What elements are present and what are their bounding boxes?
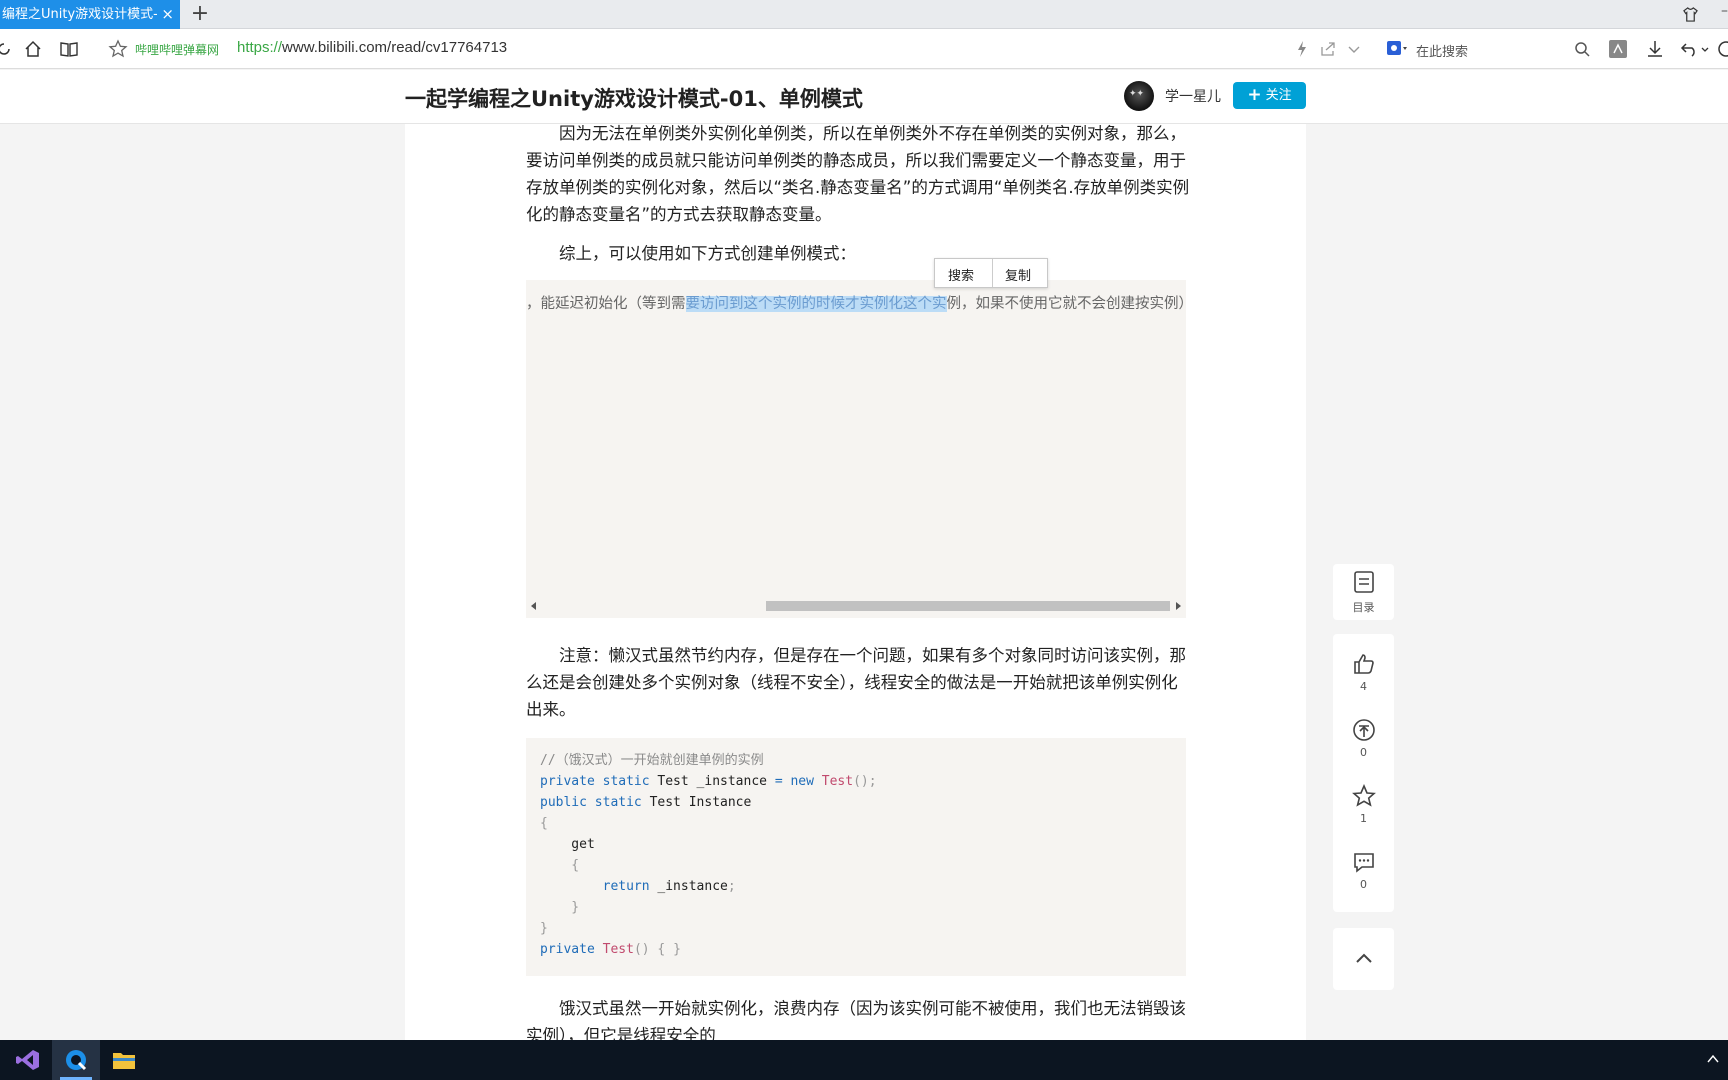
tray-expand-icon[interactable] [1706,1052,1720,1066]
selection-popup: 搜索 复制 [934,258,1048,288]
download-icon[interactable] [1645,39,1665,59]
plus-icon: + [1247,85,1262,105]
horizontal-scrollbar[interactable] [526,598,1186,614]
code-line: { [540,858,580,873]
code-line: //（饿汉式）一开始就创建单例的实例 [540,753,764,768]
avatar-logo: ✦✦ [1129,89,1145,99]
search-input[interactable]: 在此搜索 [1416,41,1468,60]
popup-copy-button[interactable]: 复制 [1005,265,1031,284]
action-panel: 4 0 1 0 [1333,634,1394,912]
browser-icon [66,1050,87,1071]
chevron-up-icon [1356,953,1372,963]
toc-button[interactable]: 目录 [1333,564,1394,620]
tab-close-button[interactable]: × [161,0,174,29]
comment-count: 0 [1360,878,1367,891]
paragraph: 注意：懒汉式虽然节约内存，但是存在一个问题，如果有多个对象同时访问该实例，那么还… [526,646,1186,719]
taskbar-visual-studio[interactable] [4,1040,52,1080]
taskbar-browser[interactable] [52,1040,100,1080]
minimize-icon[interactable]: – [1721,3,1728,19]
url-scheme: https:// [237,39,283,56]
follow-button[interactable]: + 关注 [1233,82,1306,109]
toc-label: 目录 [1352,601,1375,614]
refresh-icon[interactable] [0,39,14,59]
comment-icon[interactable] [1352,850,1376,874]
scrollbar-thumb[interactable] [766,601,1170,611]
chevron-down-icon[interactable] [1344,39,1364,59]
search-box[interactable]: 在此搜索 [1384,34,1594,64]
code-line: public static Test Instance [540,795,752,810]
site-name: 哔哩哔哩弹幕网 [135,43,220,57]
scroll-right-icon[interactable] [1176,602,1181,610]
popup-search-button[interactable]: 搜索 [948,265,974,284]
author-avatar[interactable]: ✦✦ [1124,81,1154,111]
address-bar: 哔哩哔哩弹幕网 https://www.bilibili.com/read/cv… [0,29,1728,69]
url-field[interactable]: https://www.bilibili.com/read/cv17764713 [237,39,507,56]
visual-studio-icon [16,1050,39,1070]
folder-icon [113,1053,135,1069]
code-text: 例，如果不使用它就不会创建按实例） [946,296,1187,312]
like-icon[interactable] [1352,652,1376,676]
url-path: www.bilibili.com/read/cv17764713 [282,39,508,56]
selected-text: 要访问到这个实例的时候才实例化这个实 [685,296,947,312]
code-line: } [540,900,580,915]
lightning-icon[interactable] [1292,39,1312,59]
star-icon[interactable] [108,39,128,59]
back-to-top-button[interactable] [1333,928,1394,990]
share-icon[interactable] [1318,39,1338,59]
code-block[interactable]: //（饿汉式）一开始就创建单例的实例 private static Test _… [526,738,1186,976]
code-line: { [540,816,548,831]
tab-strip: 编程之Unity游戏设计模式-01 × + – [0,0,1728,29]
article-body: 因为无法在单例类外实例化单例类，所以在单例类外不存在单例类的实例对象，那么，要访… [405,124,1306,1041]
code-line: private static Test _instance = new Test… [540,774,877,789]
code-line: } [540,921,548,936]
undo-dropdown-icon[interactable] [1700,39,1710,59]
favorite-icon[interactable] [1352,784,1376,808]
undo-icon[interactable] [1680,39,1700,59]
coin-count: 0 [1360,746,1367,759]
code-line: get [540,837,595,852]
pdf-icon[interactable] [1608,39,1628,59]
scroll-code-block[interactable]: ，能延迟初始化（等到需要访问到这个实例的时候才实例化这个实例，如果不使用它就不会… [526,280,1186,618]
paragraph: 综上，可以使用如下方式创建单例模式： [559,244,856,263]
favorite-count: 1 [1360,812,1367,825]
taskbar-file-explorer[interactable] [100,1040,148,1080]
new-tab-button[interactable]: + [190,0,210,29]
code-line: ，能延迟初始化（等到需要访问到这个实例的时候才实例化这个实例，如果不使用它就不会… [526,292,1186,313]
like-count: 4 [1360,680,1367,693]
code-line: private Test() { } [540,942,681,957]
code-line: return _instance; [540,879,736,894]
taskbar [0,1040,1728,1080]
home-icon[interactable] [23,39,43,59]
coin-icon[interactable] [1352,718,1376,742]
popup-divider [992,259,993,287]
paragraph: 饿汉式虽然一开始就实例化，浪费内存（因为该实例可能不被使用，我们也无法销毁该实例… [526,999,1186,1041]
reading-icon[interactable] [59,39,79,59]
tab-title: 编程之Unity游戏设计模式-01 [2,7,157,22]
article-header: 一起学编程之Unity游戏设计模式-01、单例模式 ✦✦ 学一星儿 + 关注 [0,70,1728,124]
paragraph: 因为无法在单例类外实例化单例类，所以在单例类外不存在单例类的实例对象，那么，要访… [526,124,1190,224]
search-engine-icon[interactable] [1386,39,1408,57]
skin-icon[interactable] [1683,7,1698,22]
history-icon[interactable] [1716,39,1728,59]
scroll-left-icon[interactable] [531,602,536,610]
toc-icon [1354,571,1374,593]
follow-label: 关注 [1265,88,1292,103]
article-title: 一起学编程之Unity游戏设计模式-01、单例模式 [405,87,863,111]
author-name[interactable]: 学一星儿 [1165,86,1221,106]
code-text: ，能延迟初始化（等到需 [526,296,686,312]
tab-active[interactable]: 编程之Unity游戏设计模式-01 × [0,0,180,29]
search-icon[interactable] [1574,41,1590,57]
